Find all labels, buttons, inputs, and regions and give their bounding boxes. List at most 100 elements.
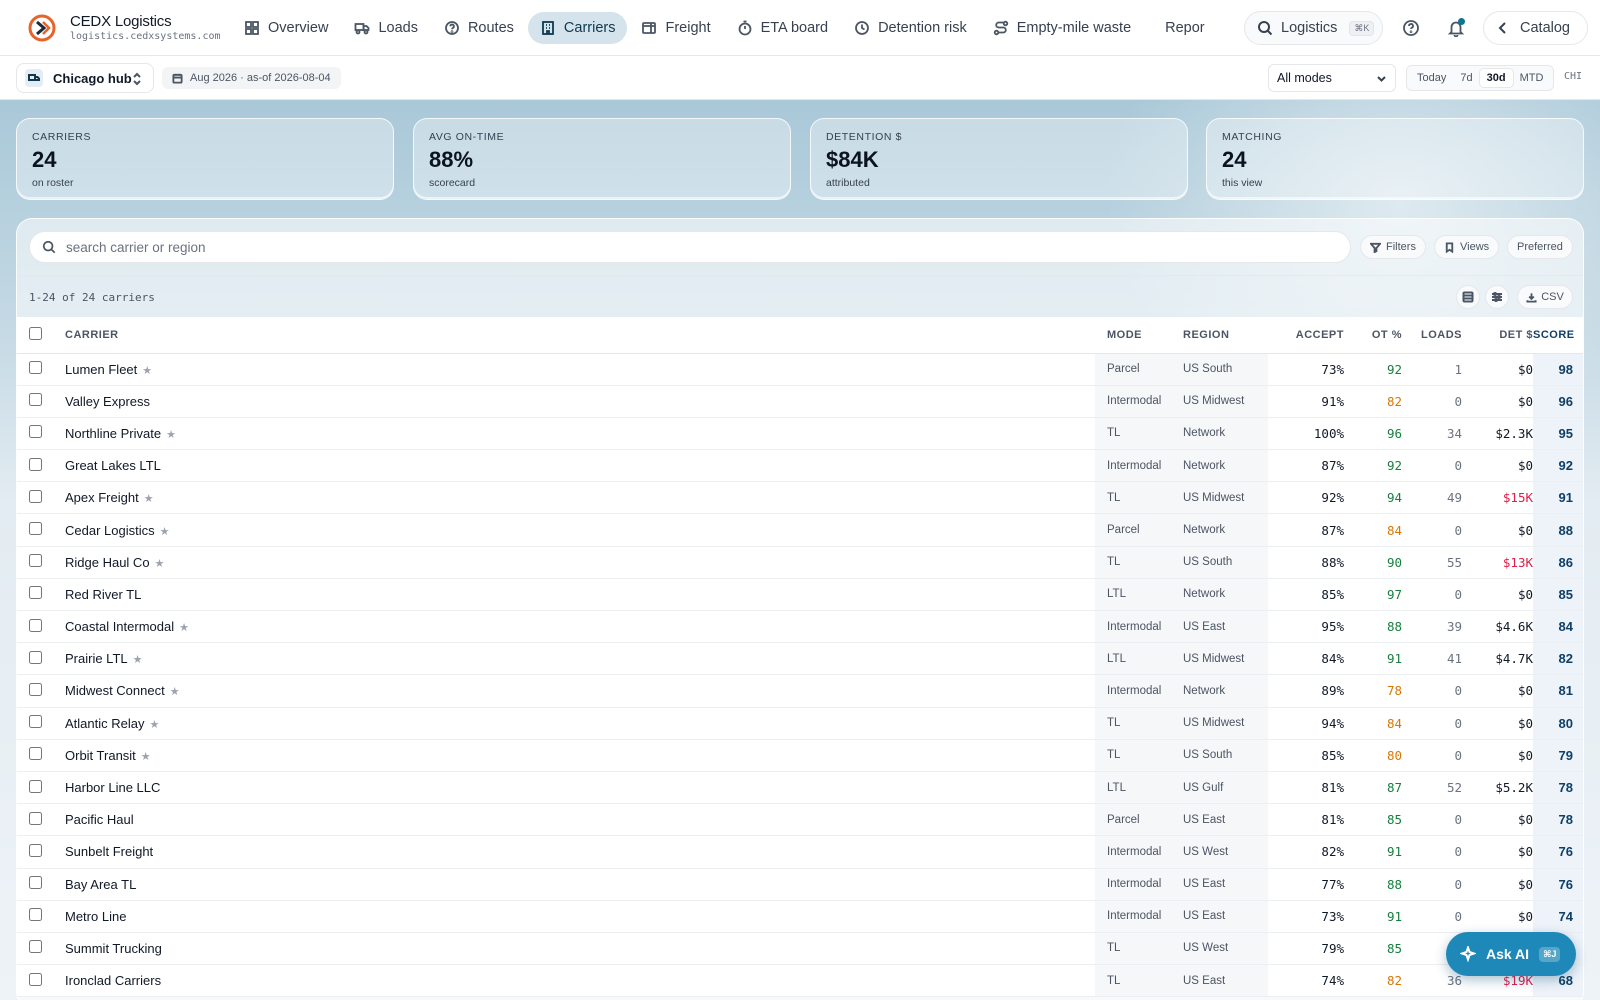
carrier-cell[interactable]: Pacific Haul [65,803,1095,837]
row-checkbox[interactable] [29,650,42,664]
det-cell: $0 [1462,513,1533,547]
carrier-cell[interactable]: Ridge Haul Co ★ [65,546,1095,579]
carrier-cell[interactable]: Northline Private ★ [65,417,1095,451]
row-checkbox[interactable] [29,940,42,954]
header-det[interactable]: DET $ [1462,317,1533,354]
brand[interactable]: CEDX Logistics logistics.cedxsystems.com [0,13,232,42]
carrier-cell[interactable]: Metro Line [65,900,1095,933]
carrier-cell[interactable]: Sunbelt Freight [65,835,1095,869]
row-checkbox[interactable] [29,876,42,890]
table-row[interactable]: Metro Line Intermodal US East 73% 91 0 $0 74 [17,900,1583,933]
csv-export-button[interactable]: CSV [1517,285,1573,309]
table-row[interactable]: Harbor Line LLC LTL US Gulf 81% 87 52 $5.2K 78 [17,771,1583,805]
carrier-cell[interactable]: Great Lakes LTL [65,449,1095,483]
row-checkbox[interactable] [29,682,42,696]
columns-settings-button[interactable] [1485,285,1509,309]
header-ot[interactable]: OT % [1344,317,1402,354]
carrier-cell[interactable]: Cedar Logistics ★ [65,513,1095,547]
nav-reports[interactable]: Repor [1145,12,1215,44]
table-row[interactable]: Ironclad Carriers TL US East 74% 82 36 $19K 68 [17,964,1583,998]
carrier-cell[interactable]: Prairie LTL ★ [65,642,1095,676]
row-checkbox[interactable] [29,457,42,471]
hub-selector[interactable]: Chicago hub [16,63,154,93]
carrier-cell[interactable]: Valley Express [65,385,1095,418]
carrier-cell[interactable]: Bay Area TL [65,868,1095,901]
row-checkbox[interactable] [29,618,42,632]
header-accept[interactable]: ACCEPT [1268,317,1344,354]
table-row[interactable]: Midwest Connect ★ Intermodal Network 89% 78 0 $… [17,674,1583,708]
carrier-cell[interactable]: Orbit Transit ★ [65,739,1095,772]
range-7d[interactable]: 7d [1453,69,1479,87]
table-row[interactable]: Sunbelt Freight Intermodal US West 82% 91 0 $0… [17,835,1583,869]
carrier-cell[interactable]: Atlantic Relay ★ [65,707,1095,740]
row-checkbox[interactable] [29,747,42,761]
carrier-cell[interactable]: Red River TL [65,578,1095,612]
carrier-cell[interactable]: Apex Freight ★ [65,481,1095,515]
nav-detention-risk[interactable]: Detention risk [842,12,979,44]
nav-empty-mile-waste[interactable]: Empty-mile waste [981,12,1143,44]
help-button[interactable] [1394,11,1428,45]
carrier-cell[interactable]: Ironclad Carriers [65,964,1095,998]
table-row[interactable]: Coastal Intermodal ★ Intermodal US East 95% 8… [17,610,1583,644]
range-mtd[interactable]: MTD [1513,69,1551,87]
header-carrier[interactable]: CARRIER [65,317,1095,354]
table-row[interactable]: Valley Express Intermodal US Midwest 91% 82 0… [17,385,1583,418]
filters-button[interactable]: Filters [1360,235,1426,259]
nav-loads[interactable]: Loads [342,12,430,44]
table-row[interactable]: Bay Area TL Intermodal US East 77% 88 0 $0 76 [17,868,1583,901]
row-checkbox[interactable] [29,361,42,375]
table-row[interactable]: Great Lakes LTL Intermodal Network 87% 92 0 $0… [17,449,1583,483]
nav-routes[interactable]: Routes [432,12,526,44]
table-row[interactable]: Apex Freight ★ TL US Midwest 92% 94 49 $15K 91 [17,481,1583,515]
mode-select[interactable]: All modes [1268,64,1396,92]
row-checkbox[interactable] [29,811,42,825]
carrier-cell[interactable]: Summit Trucking [65,932,1095,966]
row-checkbox[interactable] [29,908,42,922]
carrier-cell[interactable]: Lumen Fleet ★ [65,353,1095,386]
table-row[interactable]: Prairie LTL ★ LTL US Midwest 84% 91 41 $4.7K 82 [17,642,1583,676]
row-checkbox[interactable] [29,393,42,407]
table-row[interactable]: Atlantic Relay ★ TL US Midwest 94% 84 0 $0 80 [17,707,1583,740]
preferred-button[interactable]: Preferred [1507,235,1573,259]
nav-overview[interactable]: Overview [232,12,340,44]
carrier-cell[interactable]: Midwest Connect ★ [65,674,1095,708]
carrier-search-input[interactable] [66,239,1326,255]
table-row[interactable]: Lumen Fleet ★ Parcel US South 73% 92 1 $0 98 [17,353,1583,386]
table-row[interactable]: Summit TruckingTLUS West79%8541 [17,932,1583,966]
row-checkbox[interactable] [29,522,42,536]
nav-carriers[interactable]: Carriers [527,11,628,44]
table-row[interactable]: Red River TL LTL Network 85% 97 0 $0 85 [17,578,1583,612]
global-search-button[interactable]: Logistics ⌘K [1244,11,1383,45]
nav-eta-board[interactable]: ETA board [725,12,840,44]
row-checkbox[interactable] [29,489,42,503]
catalog-button[interactable]: Catalog [1483,11,1588,45]
header-region[interactable]: REGION [1171,317,1268,354]
row-checkbox[interactable] [29,972,42,986]
row-checkbox[interactable] [29,843,42,857]
ask-ai-button[interactable]: Ask AI ⌘J [1446,932,1576,976]
table-row[interactable]: Ridge Haul Co ★ TL US South 88% 90 55 $13K 86 [17,546,1583,579]
density-button[interactable] [1456,285,1480,309]
preferred-star-icon: ★ [159,525,170,538]
views-button[interactable]: Views [1434,235,1500,259]
header-score[interactable]: SCORE [1533,317,1583,354]
row-checkbox[interactable] [29,779,42,793]
row-checkbox[interactable] [29,586,42,600]
carrier-cell[interactable]: Coastal Intermodal ★ [65,610,1095,644]
table-row[interactable]: Orbit Transit ★ TL US South 85% 80 0 $0 79 [17,739,1583,772]
notifications-button[interactable] [1439,11,1473,45]
range-today[interactable]: Today [1410,69,1453,87]
row-checkbox[interactable] [29,554,42,568]
table-row[interactable]: Northline Private ★ TL Network 100% 96 34 $2.3K… [17,417,1583,451]
row-checkbox[interactable] [29,425,42,439]
header-loads[interactable]: LOADS [1402,317,1462,354]
nav-freight[interactable]: Freight [629,12,722,44]
select-all-checkbox[interactable] [29,326,42,340]
date-range-chip[interactable]: Aug 2026 · as-of 2026-08-04 [162,67,341,89]
table-row[interactable]: Pacific Haul Parcel US East 81% 85 0 $0 78 [17,803,1583,837]
header-mode[interactable]: MODE [1095,317,1171,354]
table-row[interactable]: Cedar Logistics ★ Parcel Network 87% 84 0 $0 88 [17,513,1583,547]
range-30d[interactable]: 30d [1479,69,1513,87]
carrier-cell[interactable]: Harbor Line LLC [65,771,1095,805]
row-checkbox[interactable] [29,715,42,729]
